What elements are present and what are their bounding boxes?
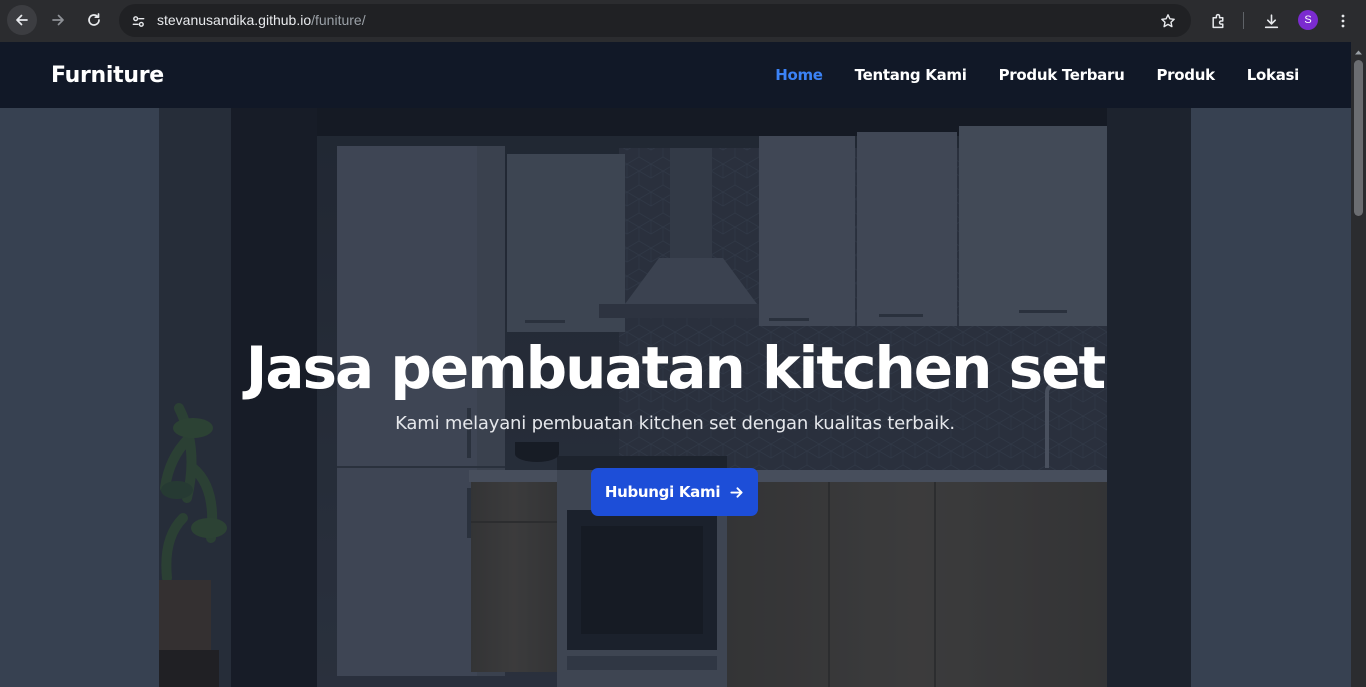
browser-toolbar: stevanusandika.github.io/funiture/ S: [0, 0, 1366, 42]
star-icon: [1161, 14, 1175, 28]
reload-button[interactable]: [79, 5, 109, 35]
address-bar[interactable]: stevanusandika.github.io/funiture/: [119, 4, 1191, 37]
nav-link-lokasi[interactable]: Lokasi: [1247, 66, 1300, 84]
puzzle-icon: [1211, 13, 1223, 28]
site-info-button[interactable]: [126, 9, 150, 33]
tune-icon: [132, 15, 144, 27]
url-path: /funiture/: [311, 12, 366, 28]
scrollbar-thumb[interactable]: [1354, 60, 1363, 216]
contact-us-button[interactable]: Hubungi Kami: [591, 468, 758, 516]
main-nav: Home Tentang Kami Produk Terbaru Produk …: [775, 66, 1299, 84]
hero-subtitle: Kami melayani pembuatan kitchen set deng…: [395, 413, 955, 434]
kebab-menu-icon: [1341, 14, 1345, 28]
extensions-button[interactable]: [1205, 8, 1231, 34]
back-button[interactable]: [7, 5, 37, 35]
browser-menu-button[interactable]: [1330, 8, 1356, 34]
hero-title: Jasa pembuatan kitchen set: [245, 334, 1106, 402]
url-text[interactable]: stevanusandika.github.io/funiture/: [157, 12, 366, 28]
nav-link-produk[interactable]: Produk: [1156, 66, 1215, 84]
site-logo[interactable]: Furniture: [51, 63, 164, 88]
nav-link-tentang-kami[interactable]: Tentang Kami: [855, 66, 967, 84]
bookmark-button[interactable]: [1157, 10, 1179, 32]
page-viewport: Furniture Home Tentang Kami Produk Terba…: [0, 42, 1351, 687]
nav-link-produk-terbaru[interactable]: Produk Terbaru: [999, 66, 1125, 84]
download-icon: [1264, 13, 1278, 28]
nav-link-home[interactable]: Home: [775, 66, 823, 84]
contact-us-label: Hubungi Kami: [604, 483, 721, 501]
arrow-right-icon: [730, 486, 743, 498]
site-header: Furniture Home Tentang Kami Produk Terba…: [0, 42, 1351, 108]
scroll-up-icon[interactable]: [1354, 48, 1363, 57]
arrow-right-icon: [52, 14, 64, 26]
reload-icon: [88, 13, 100, 26]
profile-avatar[interactable]: S: [1298, 10, 1318, 30]
url-host: stevanusandika.github.io: [157, 12, 312, 28]
arrow-left-icon: [16, 14, 28, 26]
hero-section: Jasa pembuatan kitchen set Kami melayani…: [159, 108, 1191, 687]
toolbar-divider: [1243, 12, 1244, 29]
forward-button[interactable]: [43, 5, 73, 35]
page-scrollbar[interactable]: [1351, 42, 1366, 687]
downloads-button[interactable]: [1258, 8, 1284, 34]
